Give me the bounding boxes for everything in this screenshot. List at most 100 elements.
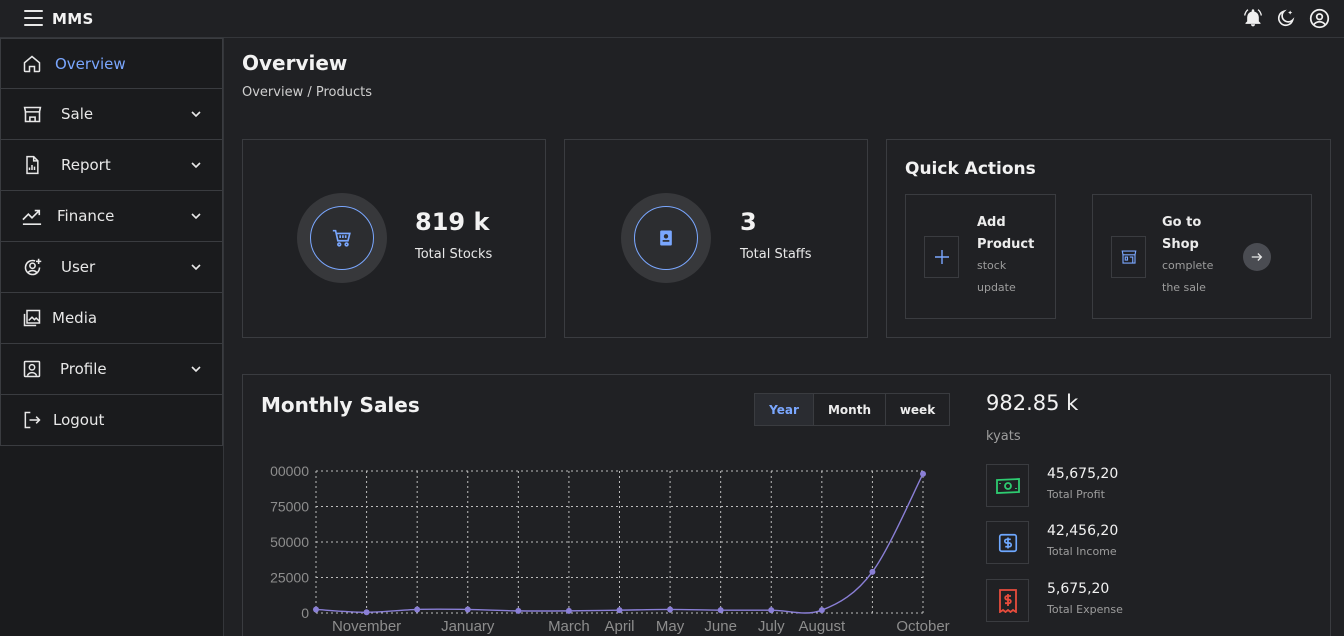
y-tick-label: 00000 — [270, 463, 309, 479]
stat-label: Total Stocks — [415, 247, 493, 262]
quick-actions-card: Quick Actions Add Product stock update G… — [886, 139, 1331, 338]
chevron-down-icon — [191, 264, 201, 271]
x-tick-label: May — [656, 618, 685, 635]
data-point — [818, 607, 825, 614]
shop-icon — [1111, 236, 1146, 278]
profile-icon — [21, 358, 43, 380]
user-add-icon — [21, 256, 43, 278]
dollar-icon — [986, 521, 1029, 564]
period-month-button[interactable]: Month — [814, 394, 886, 425]
gallery-icon — [21, 307, 43, 329]
quick-action-subtitle: stock — [977, 259, 1007, 272]
chevron-down-icon — [191, 162, 201, 169]
go-to-shop-button[interactable]: Go to Shop complete the sale — [1092, 194, 1312, 319]
sidebar-item-media[interactable]: Media — [0, 293, 223, 344]
quick-action-title: Add — [977, 215, 1006, 230]
y-tick-label: 0 — [301, 605, 309, 621]
add-product-button[interactable]: Add Product stock update — [905, 194, 1056, 319]
sidebar-item-label: Media — [52, 309, 98, 327]
quick-actions-title: Quick Actions — [905, 159, 1036, 179]
trend-icon — [21, 205, 43, 227]
sidebar-item-label: Finance — [57, 207, 115, 225]
monthly-sales-title: Monthly Sales — [261, 393, 420, 417]
period-week-button[interactable]: week — [886, 394, 949, 425]
finance-label: Total Income — [1047, 545, 1117, 558]
stat-label: Total Staffs — [740, 247, 812, 262]
store-icon — [21, 103, 43, 125]
top-bar: MMS — [0, 0, 1344, 38]
data-point — [616, 607, 623, 614]
bill-icon — [986, 579, 1029, 622]
x-tick-label: July — [758, 618, 785, 635]
x-tick-label: October — [896, 618, 949, 635]
finance-label: Total Expense — [1047, 603, 1123, 616]
period-year-button[interactable]: Year — [755, 394, 814, 425]
sidebar-item-label: Logout — [53, 411, 105, 429]
y-tick-label: 50000 — [270, 534, 309, 550]
sidebar-item-label: Report — [61, 156, 111, 174]
data-point — [565, 607, 572, 614]
sidebar-item-label: Profile — [60, 360, 107, 378]
x-tick-label: November — [332, 618, 401, 635]
report-icon — [21, 154, 43, 176]
menu-icon[interactable] — [24, 10, 43, 26]
moon-star-icon[interactable] — [1275, 7, 1297, 29]
plus-icon — [924, 236, 959, 278]
x-tick-label: June — [704, 618, 737, 635]
chevron-down-icon — [191, 213, 201, 220]
finance-value: 5,675,20 — [1047, 581, 1110, 597]
page-title: Overview — [242, 51, 348, 75]
sidebar-item-finance[interactable]: Finance — [0, 191, 223, 242]
sidebar-item-user[interactable]: User — [0, 242, 223, 293]
chevron-down-icon — [191, 366, 201, 373]
x-tick-label: August — [798, 618, 846, 635]
finance-label: Total Profit — [1047, 488, 1105, 501]
data-point — [313, 606, 319, 613]
x-tick-label: January — [441, 618, 495, 635]
id-badge-icon — [634, 206, 698, 270]
data-point — [363, 609, 370, 616]
arrow-right-icon[interactable] — [1243, 243, 1271, 271]
data-point — [768, 607, 775, 614]
sidebar-item-profile[interactable]: Profile — [0, 344, 223, 395]
sales-unit: kyats — [986, 429, 1021, 444]
monthly-sales-card: Monthly Sales Year Month week 00000 75000… — [242, 374, 1331, 636]
stat-value: 3 — [740, 208, 757, 236]
sidebar-item-label: Overview — [55, 54, 126, 73]
quick-action-subtitle: the sale — [1162, 281, 1206, 294]
stat-card-staffs: 3 Total Staffs — [564, 139, 868, 338]
sidebar-item-logout[interactable]: Logout — [0, 395, 223, 446]
cart-icon — [310, 206, 374, 270]
sidebar-item-overview[interactable]: Overview — [0, 38, 223, 89]
data-point — [464, 606, 471, 613]
x-tick-label: April — [604, 618, 634, 635]
app-brand: MMS — [52, 10, 94, 28]
breadcrumb[interactable]: Overview / Products — [242, 85, 372, 100]
data-point — [717, 607, 724, 614]
monthly-sales-chart: 00000 75000 50000 25000 0 November January Marc… — [270, 463, 950, 635]
x-tick-label: March — [548, 618, 590, 635]
user-circle-icon[interactable] — [1308, 7, 1330, 29]
sales-total: 982.85 k — [986, 391, 1079, 415]
stat-value: 819 k — [415, 208, 490, 236]
y-tick-label: 75000 — [270, 499, 309, 515]
quick-action-subtitle: complete — [1162, 259, 1214, 272]
y-tick-label: 25000 — [270, 570, 309, 586]
sidebar-item-sale[interactable]: Sale — [0, 89, 223, 140]
sidebar-item-report[interactable]: Report — [0, 140, 223, 191]
chevron-down-icon — [191, 111, 201, 118]
stat-card-stocks: 819 k Total Stocks — [242, 139, 546, 338]
data-point — [515, 607, 522, 614]
quick-action-title: Shop — [1162, 237, 1199, 252]
data-point — [414, 606, 421, 613]
stat-icon-circle — [621, 193, 711, 283]
stat-icon-circle — [297, 193, 387, 283]
main-content: Overview Overview / Products 819 k Total… — [224, 38, 1344, 636]
sidebar-item-label: Sale — [61, 105, 94, 123]
logout-icon — [21, 409, 43, 431]
bell-icon[interactable] — [1242, 7, 1264, 29]
sidebar: Overview Sale Report Finance User Media — [0, 38, 224, 636]
quick-action-title: Go to — [1162, 215, 1202, 230]
finance-value: 45,675,20 — [1047, 466, 1119, 482]
data-point — [869, 568, 876, 575]
